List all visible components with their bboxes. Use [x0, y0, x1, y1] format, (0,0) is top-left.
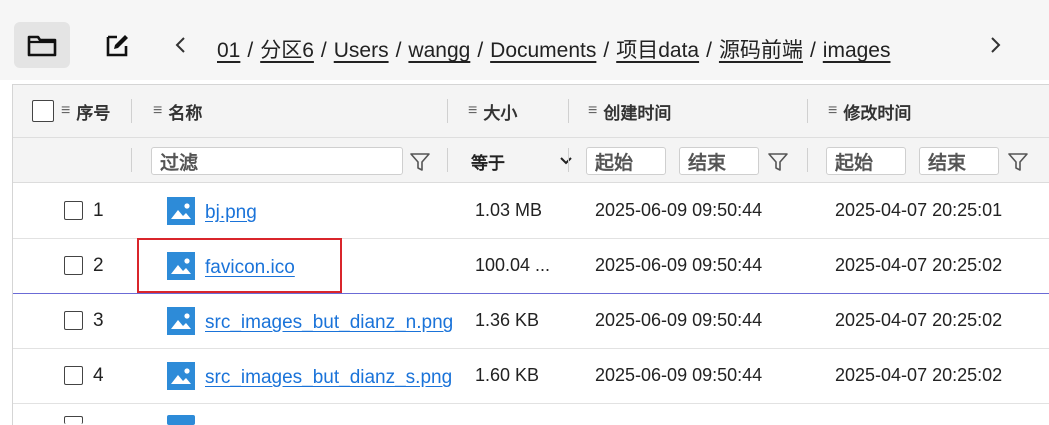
row-index: 3 [93, 310, 104, 331]
filter-icon[interactable] [1007, 151, 1029, 173]
breadcrumb-item[interactable]: Documents [490, 39, 596, 62]
file-name-link[interactable]: src_images_but_dianz_n.png [205, 312, 455, 334]
breadcrumb-separator: / [706, 39, 712, 62]
filter-row: 过滤 等于 起始 结束 起始 结束 [13, 138, 1049, 183]
forward-button[interactable] [984, 30, 1008, 60]
file-size: 1.60 KB [475, 365, 540, 385]
folder-icon [27, 35, 57, 57]
column-menu-icon: ≡ [468, 102, 478, 119]
back-button[interactable] [168, 30, 192, 60]
folder-button[interactable] [14, 22, 70, 68]
column-menu-icon: ≡ [588, 102, 598, 119]
breadcrumb-separator: / [320, 39, 327, 62]
filter-icon[interactable] [409, 151, 431, 173]
modified-end-input[interactable]: 结束 [919, 147, 999, 175]
header-label: 名称 [168, 103, 203, 123]
table-header: ≡ 序号 ≡ 名称 ≡ 大小 ≡ 创建时间 ≡ 修改时间 [13, 85, 1049, 138]
row-checkbox[interactable] [64, 311, 83, 330]
breadcrumb-item[interactable]: 项目data [616, 39, 699, 62]
table-row[interactable]: 1 bj.png 1.03 MB 2025-06-09 09:50:44 2025-04… [13, 183, 1049, 239]
created-time: 2025-06-09 09:50:44 [595, 310, 763, 330]
file-size: 1.36 KB [475, 310, 540, 330]
breadcrumb-item[interactable]: 01 [217, 39, 240, 62]
modified-time: 2025-04-07 20:25:01 [835, 200, 1003, 220]
row-index: 4 [93, 365, 104, 386]
chevron-right-icon [991, 37, 1001, 53]
breadcrumb-separator: / [477, 39, 484, 62]
image-file-icon [167, 362, 195, 390]
image-file-icon [167, 307, 195, 335]
created-end-input[interactable]: 结束 [679, 147, 759, 175]
breadcrumb-item[interactable]: Users [334, 39, 389, 62]
breadcrumb-separator: / [395, 39, 402, 62]
created-time: 2025-06-09 09:50:44 [595, 200, 763, 220]
edit-icon [106, 35, 128, 57]
select-all-checkbox[interactable] [32, 100, 54, 122]
file-size: 1.03 MB [475, 200, 543, 220]
header-label: 序号 [76, 103, 111, 123]
header-label: 修改时间 [843, 103, 912, 123]
header-label: 大小 [483, 103, 518, 123]
file-size: 100.04 ... [475, 255, 551, 275]
row-checkbox[interactable] [64, 366, 83, 385]
file-name-link[interactable]: bj.png [205, 202, 455, 224]
row-checkbox[interactable] [64, 201, 83, 220]
column-menu-icon: ≡ [153, 102, 163, 119]
header-modified[interactable]: ≡ 修改时间 [828, 85, 911, 137]
toolbar: 01 / 分区6 / Users / wangg / Documents / 项目data / 源码前端… [0, 0, 1049, 80]
column-menu-icon: ≡ [61, 102, 71, 119]
name-filter-input[interactable]: 过滤 [151, 147, 403, 175]
modified-time: 2025-04-07 20:25:02 [835, 255, 1003, 275]
table-row[interactable]: 4 src_images_but_dianz_s.png 1.60 KB 2025-0… [13, 348, 1049, 404]
breadcrumb-item[interactable]: wangg [408, 39, 470, 62]
row-index: 1 [93, 200, 104, 221]
image-file-icon [167, 197, 195, 225]
breadcrumb-separator: / [603, 39, 610, 62]
breadcrumb-item[interactable]: images [823, 39, 891, 62]
header-created[interactable]: ≡ 创建时间 [588, 85, 671, 137]
modified-time: 2025-04-07 20:25:02 [835, 365, 1003, 385]
chevron-down-icon [560, 157, 572, 165]
created-time: 2025-06-09 09:50:44 [595, 365, 763, 385]
size-operator-select[interactable]: 等于 [471, 147, 572, 175]
breadcrumb-separator: / [809, 39, 816, 62]
breadcrumb-item[interactable]: 分区6 [260, 39, 314, 62]
breadcrumb-separator: / [247, 39, 254, 62]
header-size[interactable]: ≡ 大小 [468, 85, 517, 137]
file-name-link[interactable]: src_images_but_dianz_s.png [205, 367, 455, 389]
chevron-left-icon [175, 37, 185, 53]
row-checkbox[interactable] [64, 256, 83, 275]
modified-time: 2025-04-07 20:25:02 [835, 310, 1003, 330]
filter-icon[interactable] [767, 151, 789, 173]
created-time: 2025-06-09 09:50:44 [595, 255, 763, 275]
breadcrumb: 01 / 分区6 / Users / wangg / Documents / 项目data / 源码前端… [217, 34, 890, 64]
row-checkbox[interactable] [64, 416, 83, 424]
highlight-box [137, 238, 342, 293]
modified-start-input[interactable]: 起始 [826, 147, 906, 175]
column-menu-icon: ≡ [828, 102, 838, 119]
size-operator-value: 等于 [471, 153, 505, 173]
header-label: 创建时间 [603, 103, 672, 123]
edit-button[interactable] [90, 22, 146, 68]
row-index: 2 [93, 255, 104, 276]
breadcrumb-item[interactable]: 源码前端 [719, 39, 803, 62]
header-index[interactable]: ≡ 序号 [61, 85, 110, 137]
header-name[interactable]: ≡ 名称 [153, 85, 202, 137]
image-file-icon [167, 415, 195, 425]
table-row[interactable]: 3 src_images_but_dianz_n.png 1.36 KB 2025-0… [13, 293, 1049, 349]
created-start-input[interactable]: 起始 [586, 147, 666, 175]
